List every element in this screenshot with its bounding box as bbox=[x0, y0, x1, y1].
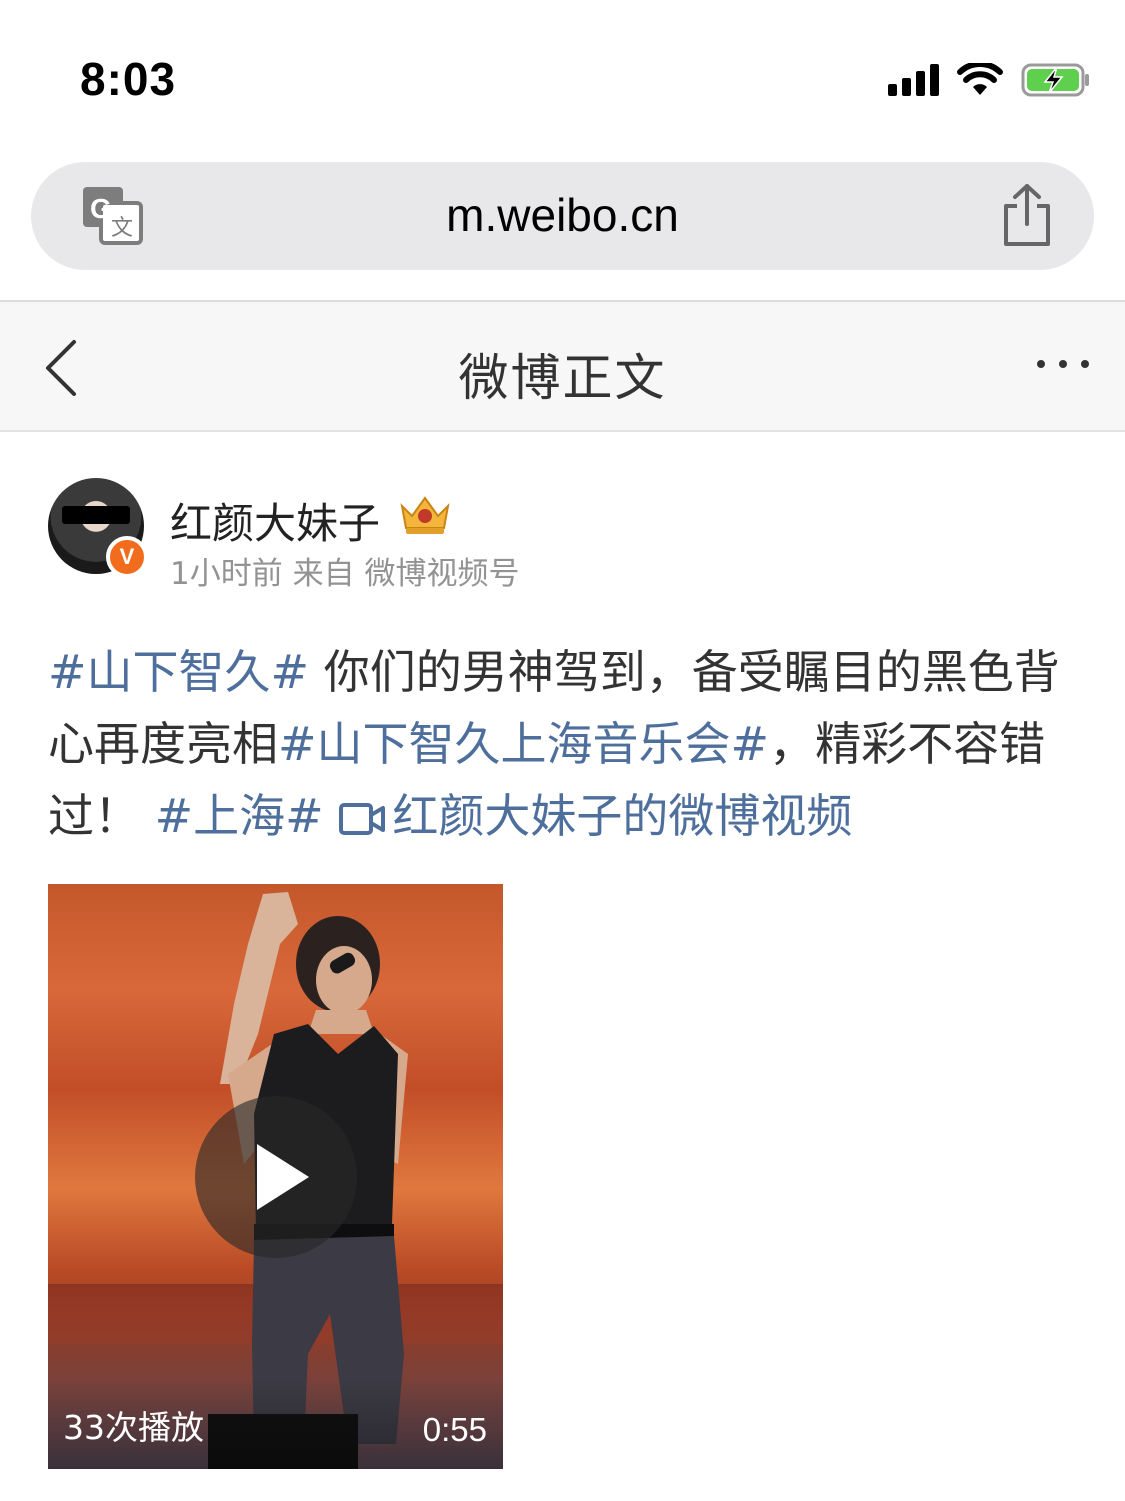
page-title: 微博正文 bbox=[458, 349, 667, 407]
video-link[interactable]: 红颜大妹子的微博视频 bbox=[338, 789, 852, 843]
hashtag-link[interactable]: #山下智久上海音乐会# bbox=[278, 717, 769, 771]
status-icons bbox=[888, 62, 1091, 98]
post-source: 微博视频号 bbox=[364, 556, 520, 592]
play-button[interactable] bbox=[195, 1096, 357, 1258]
verified-badge: V bbox=[106, 536, 148, 578]
status-time: 8:03 bbox=[80, 53, 177, 105]
post-meta: 1小时前 来自 微博视频号 bbox=[170, 548, 519, 593]
video-duration: 0:55 bbox=[422, 1411, 487, 1448]
video-link-label[interactable]: 红颜大妹子的微博视频 bbox=[392, 789, 852, 843]
url-text[interactable]: m.weibo.cn bbox=[31, 188, 1094, 242]
wifi-icon bbox=[957, 63, 1003, 95]
play-icon bbox=[257, 1144, 309, 1210]
author-name[interactable]: 红颜大妹子 bbox=[170, 490, 380, 551]
address-bar[interactable]: G 文 m.weibo.cn bbox=[31, 162, 1094, 270]
more-icon[interactable] bbox=[1037, 360, 1089, 368]
share-icon[interactable] bbox=[1000, 182, 1054, 248]
play-count: 33次播放 bbox=[63, 1408, 204, 1447]
video-camera-icon bbox=[339, 803, 386, 835]
video-thumbnail[interactable]: 33次播放 0:55 bbox=[48, 884, 503, 1469]
hashtag-link[interactable]: #山下智久# bbox=[48, 645, 309, 699]
post-text: #山下智久# 你们的男神驾到，备受瞩目的黑色背心再度亮相#山下智久上海音乐会#，… bbox=[48, 636, 1088, 852]
crown-icon bbox=[400, 496, 450, 534]
status-bar: 8:03 bbox=[0, 0, 1125, 150]
post-time: 1小时前 bbox=[170, 556, 283, 592]
hashtag-link[interactable]: #上海# bbox=[155, 789, 324, 843]
cellular-signal-icon bbox=[888, 64, 939, 96]
nav-bar: 微博正文 bbox=[0, 300, 1125, 432]
battery-charging-icon bbox=[1021, 63, 1089, 97]
source-prefix: 来自 bbox=[292, 556, 355, 592]
